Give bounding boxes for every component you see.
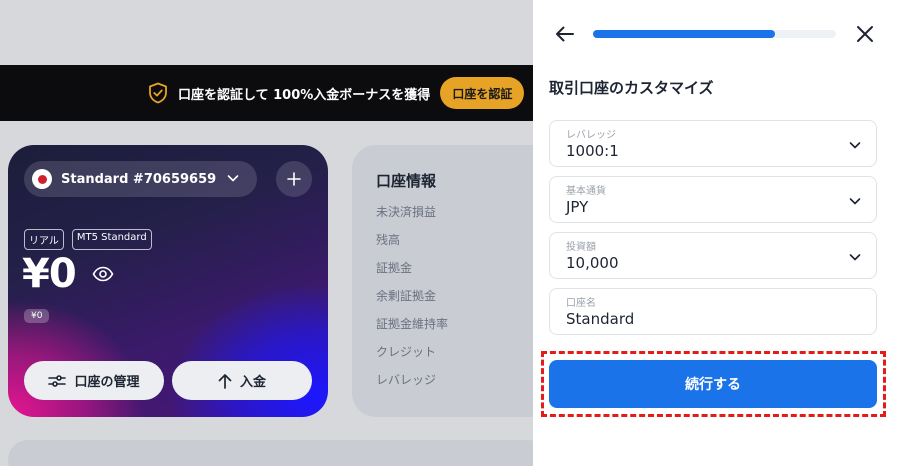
chevron-down-icon	[226, 170, 240, 189]
investment-amount-label: 投資額	[566, 242, 596, 253]
verify-account-button[interactable]: 口座を認証	[440, 77, 525, 109]
account-tags: リアル MT5 Standard	[24, 229, 152, 250]
manage-account-label: 口座の管理	[74, 375, 140, 390]
manage-account-button[interactable]: 口座の管理	[24, 361, 164, 400]
shield-check-icon	[148, 82, 168, 104]
account-balance: ¥0	[22, 251, 77, 297]
investment-amount-value: 10,000	[566, 254, 619, 272]
banner-text: 口座を認証して 100%入金ボーナスを獲得	[178, 87, 431, 103]
deposit-button[interactable]: 入金	[172, 361, 312, 400]
continue-button[interactable]: 続行する	[549, 360, 877, 408]
back-arrow-icon[interactable]	[553, 22, 577, 46]
settings-sliders-icon	[48, 374, 67, 387]
account-selector[interactable]: Standard #70659659	[24, 161, 257, 197]
bottom-card	[8, 440, 548, 466]
deposit-label: 入金	[239, 375, 266, 390]
step-progress-fill	[593, 30, 776, 38]
step-progress-bar	[593, 30, 836, 38]
account-card: Standard #70659659 リアル MT5 Standard ¥0 ¥…	[8, 145, 328, 417]
account-name-label: 口座名	[566, 298, 596, 309]
account-name: Standard #70659659	[61, 171, 217, 187]
chevron-down-icon	[848, 137, 862, 156]
account-name-value: Standard	[566, 310, 635, 328]
japan-flag-icon	[32, 169, 52, 189]
investment-amount-select[interactable]: 投資額 10,000	[549, 232, 877, 279]
account-name-field[interactable]: 口座名 Standard	[549, 288, 877, 335]
close-icon[interactable]	[853, 22, 877, 46]
plus-icon	[287, 172, 301, 186]
leverage-value: 1000:1	[566, 142, 619, 160]
base-currency-value: JPY	[566, 198, 589, 216]
sub-balance-badge: ¥0	[24, 309, 50, 323]
panel-title: 取引口座のカスタマイズ	[549, 79, 714, 97]
base-currency-label: 基本通貨	[566, 186, 606, 197]
arrow-up-icon	[218, 373, 232, 389]
eye-icon[interactable]	[92, 266, 114, 286]
chevron-down-icon	[848, 249, 862, 268]
chevron-down-icon	[848, 193, 862, 212]
leverage-select[interactable]: レバレッジ 1000:1	[549, 120, 877, 167]
customize-account-panel: 取引口座のカスタマイズ レバレッジ 1000:1 基本通貨 JPY 投資額 10…	[533, 0, 900, 466]
base-currency-select[interactable]: 基本通貨 JPY	[549, 176, 877, 223]
platform-tag: MT5 Standard	[71, 229, 152, 250]
add-account-button[interactable]	[276, 161, 312, 197]
leverage-label: レバレッジ	[566, 130, 616, 141]
account-type-tag: リアル	[24, 229, 64, 250]
